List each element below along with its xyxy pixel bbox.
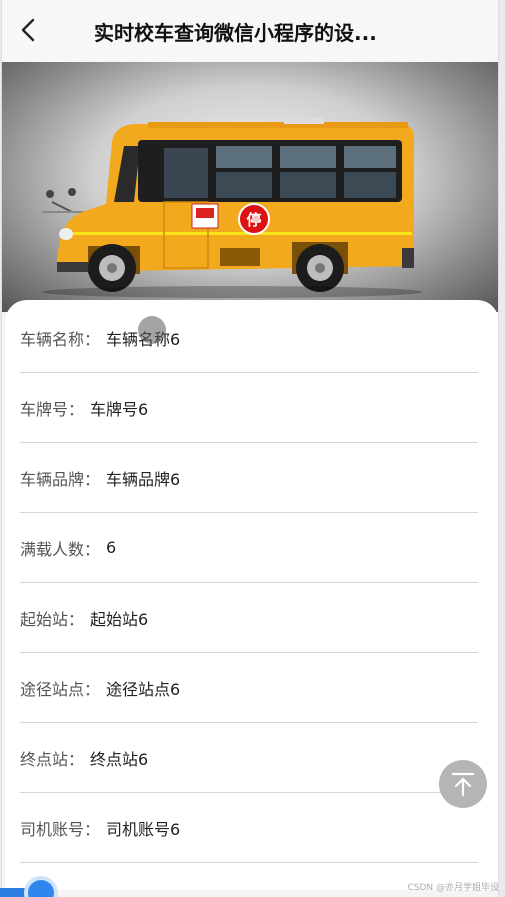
touch-indicator (138, 316, 166, 344)
detail-row-vehicle-name: 车辆名称： 车辆名称6 (20, 303, 478, 373)
detail-row-driver-account: 司机账号： 司机账号6 (20, 793, 478, 863)
detail-label: 车辆品牌： (20, 469, 101, 489)
detail-row-end-station: 终点站： 终点站6 (20, 723, 478, 793)
detail-label: 终点站： (20, 749, 85, 769)
detail-label: 起始站： (20, 609, 85, 629)
detail-label: 车牌号： (20, 399, 85, 419)
detail-row-via-stations: 途径站点： 途径站点6 (20, 653, 478, 723)
arrow-up-to-top-icon (451, 772, 475, 797)
school-bus-illustration: 停 (42, 118, 422, 298)
app-frame: 实时校车查询微信小程序的设... 停 车辆名称： 车牌号： 车牌号6 车辆品牌：… (1, 0, 499, 897)
detail-value: 车辆品牌6 (106, 469, 181, 489)
detail-label: 途径站点： (20, 679, 101, 699)
detail-value: 终点站6 (90, 749, 149, 769)
detail-value: 6 (106, 538, 117, 557)
detail-label: 司机账号： (20, 819, 101, 839)
detail-value: 司机账号6 (106, 819, 181, 839)
chevron-left-icon (21, 18, 35, 42)
detail-label: 满载人数： (20, 539, 101, 559)
detail-value: 途径站点6 (106, 679, 181, 699)
detail-label: 车辆名称： (20, 329, 101, 349)
detail-row-capacity: 满载人数： 6 (20, 513, 478, 583)
watermark: CSDN @亦月学姐毕设 (407, 883, 499, 893)
bus-image: 停 (2, 62, 498, 312)
detail-row-start-station: 起始站： 起始站6 (20, 583, 478, 653)
page-title: 实时校车查询微信小程序的设... (94, 21, 377, 45)
back-button[interactable] (14, 16, 42, 44)
detail-row-vehicle-brand: 车辆品牌： 车辆品牌6 (20, 443, 478, 513)
back-to-top-button[interactable] (439, 760, 487, 808)
detail-value: 车牌号6 (90, 399, 149, 419)
detail-value: 起始站6 (90, 609, 149, 629)
detail-row-plate-number: 车牌号： 车牌号6 (20, 373, 478, 443)
navigation-bar: 实时校车查询微信小程序的设... (2, 0, 498, 62)
stop-sign-text: 停 (246, 211, 261, 229)
